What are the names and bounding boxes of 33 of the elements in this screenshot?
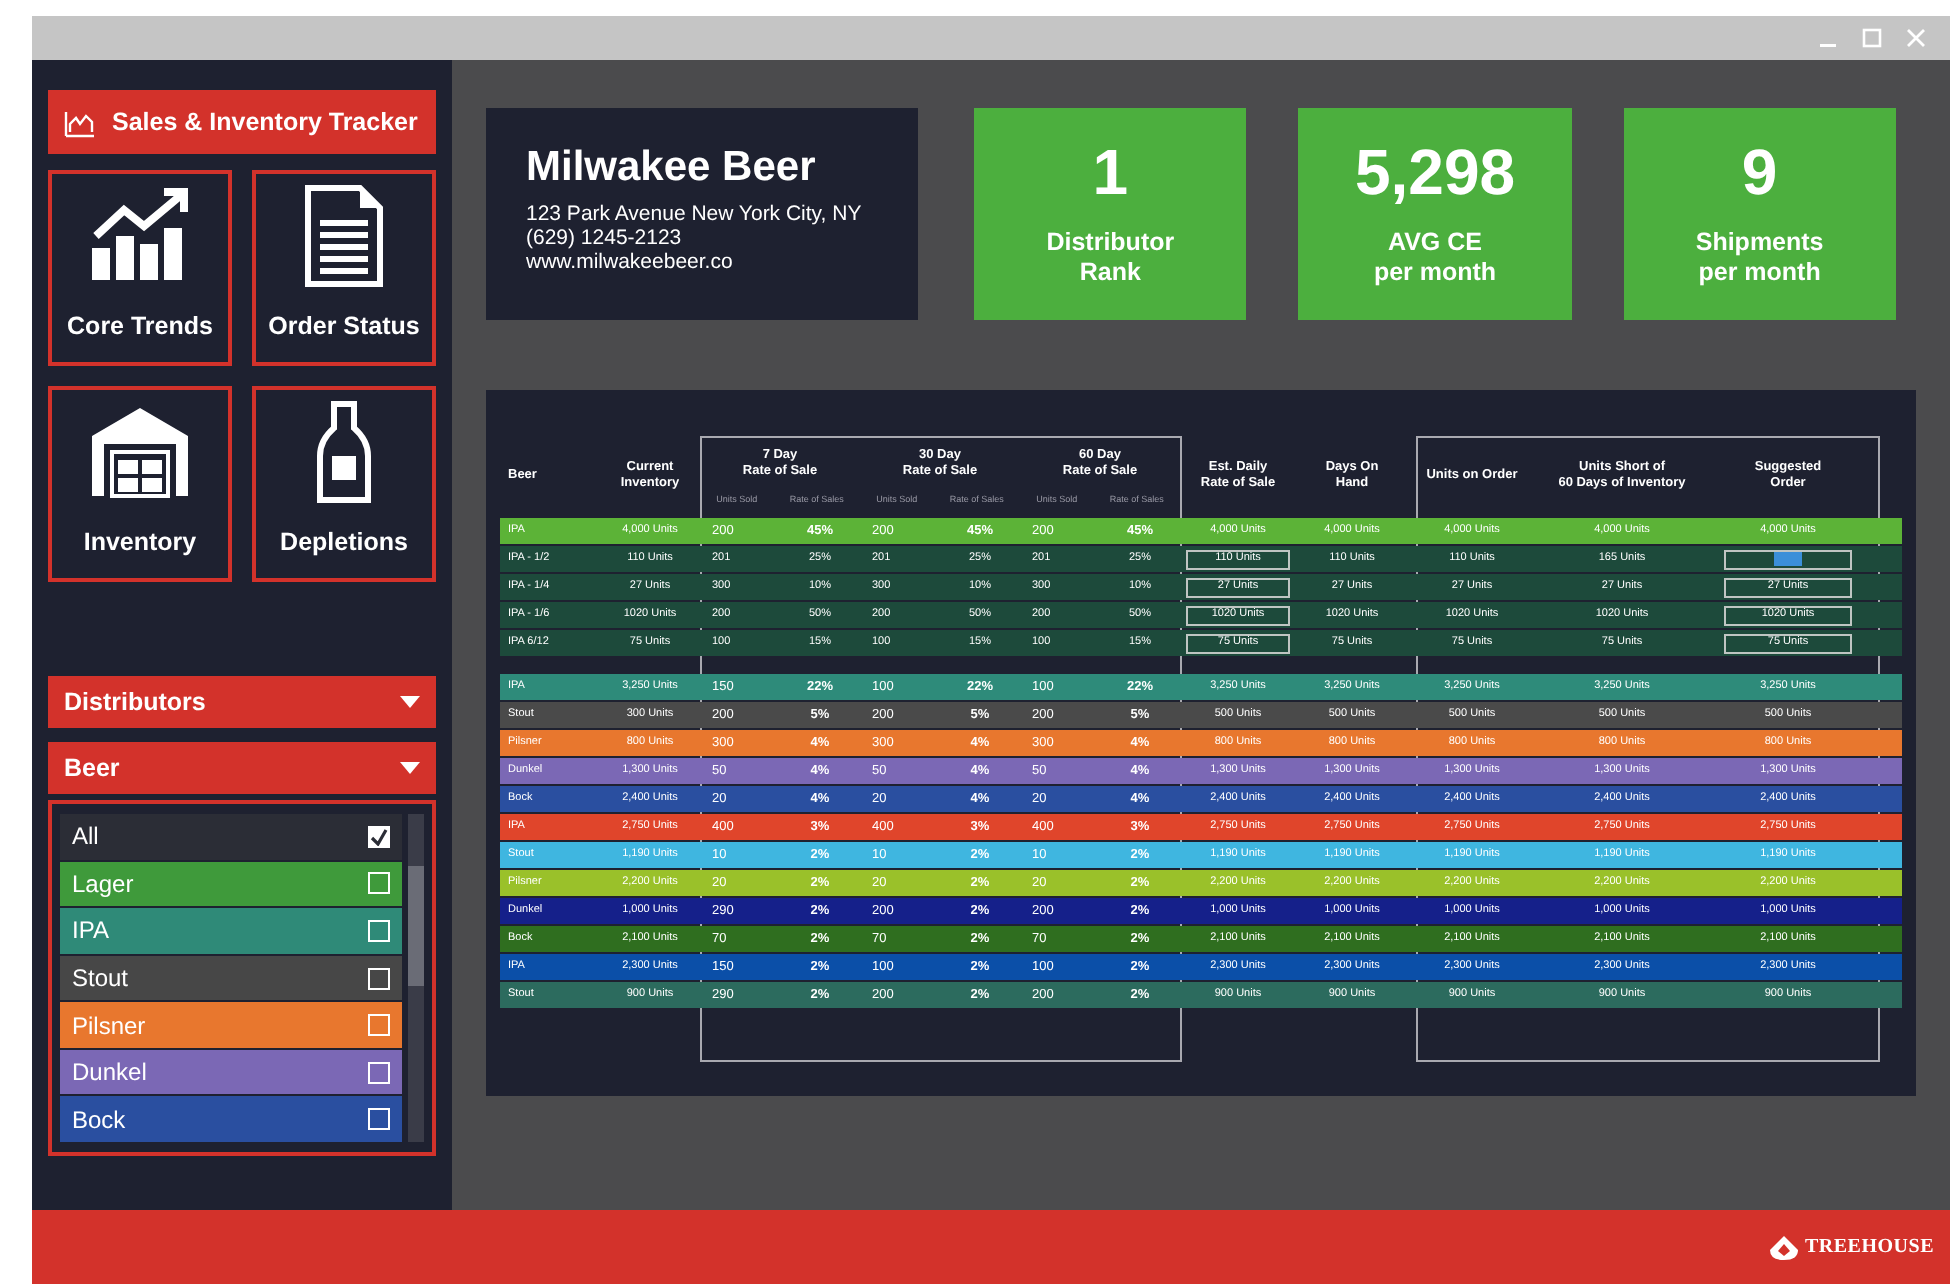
beer-option[interactable]: Lager <box>60 861 402 907</box>
company-address: 123 Park Avenue New York City, NY <box>526 202 864 227</box>
check-icon <box>370 827 388 846</box>
stat-value: 9 <box>1741 140 1778 204</box>
company-website[interactable]: www.milwakeebeer.co <box>526 250 878 275</box>
stat-label: Shipments per month <box>1695 228 1824 288</box>
nav-tile[interactable]: Core Trends <box>48 170 232 366</box>
nav-tile[interactable]: Inventory <box>48 386 232 582</box>
stat-label: Distributor Rank <box>1046 228 1175 288</box>
chart-icon <box>64 106 96 138</box>
stat-value: 1 <box>1092 140 1129 204</box>
house-logo-icon <box>1769 1235 1797 1259</box>
stat-value: 5,298 <box>1354 140 1516 204</box>
nav-tile[interactable]: Order Status <box>252 170 436 366</box>
nav-tile[interactable]: Depletions <box>252 386 436 582</box>
text-selection <box>1774 552 1802 566</box>
scrollbar[interactable] <box>408 814 424 1142</box>
beer-option[interactable]: Stout <box>60 955 402 1001</box>
caret-icon <box>400 696 420 708</box>
app-title-button[interactable]: Sales & Inventory Tracker <box>48 90 436 154</box>
stat-label: AVG CE per month <box>1373 228 1497 288</box>
beer-option[interactable]: All <box>60 814 402 860</box>
company-name: Milwakee Beer <box>526 142 818 194</box>
checkbox[interactable] <box>368 825 390 848</box>
filter-dropdown[interactable]: Distributors <box>48 676 436 728</box>
logo-text: TREEHOUSE <box>1805 1234 1934 1262</box>
company-phone: (629) 1245-2123 <box>526 226 684 251</box>
input-field[interactable] <box>1724 549 1852 569</box>
caret-icon <box>400 762 420 774</box>
beer-option[interactable]: IPA <box>60 908 402 954</box>
beer-option[interactable]: Bock <box>60 1096 402 1143</box>
filter-dropdown[interactable]: Beer <box>48 742 436 794</box>
beer-option[interactable]: Dunkel <box>60 1049 402 1095</box>
